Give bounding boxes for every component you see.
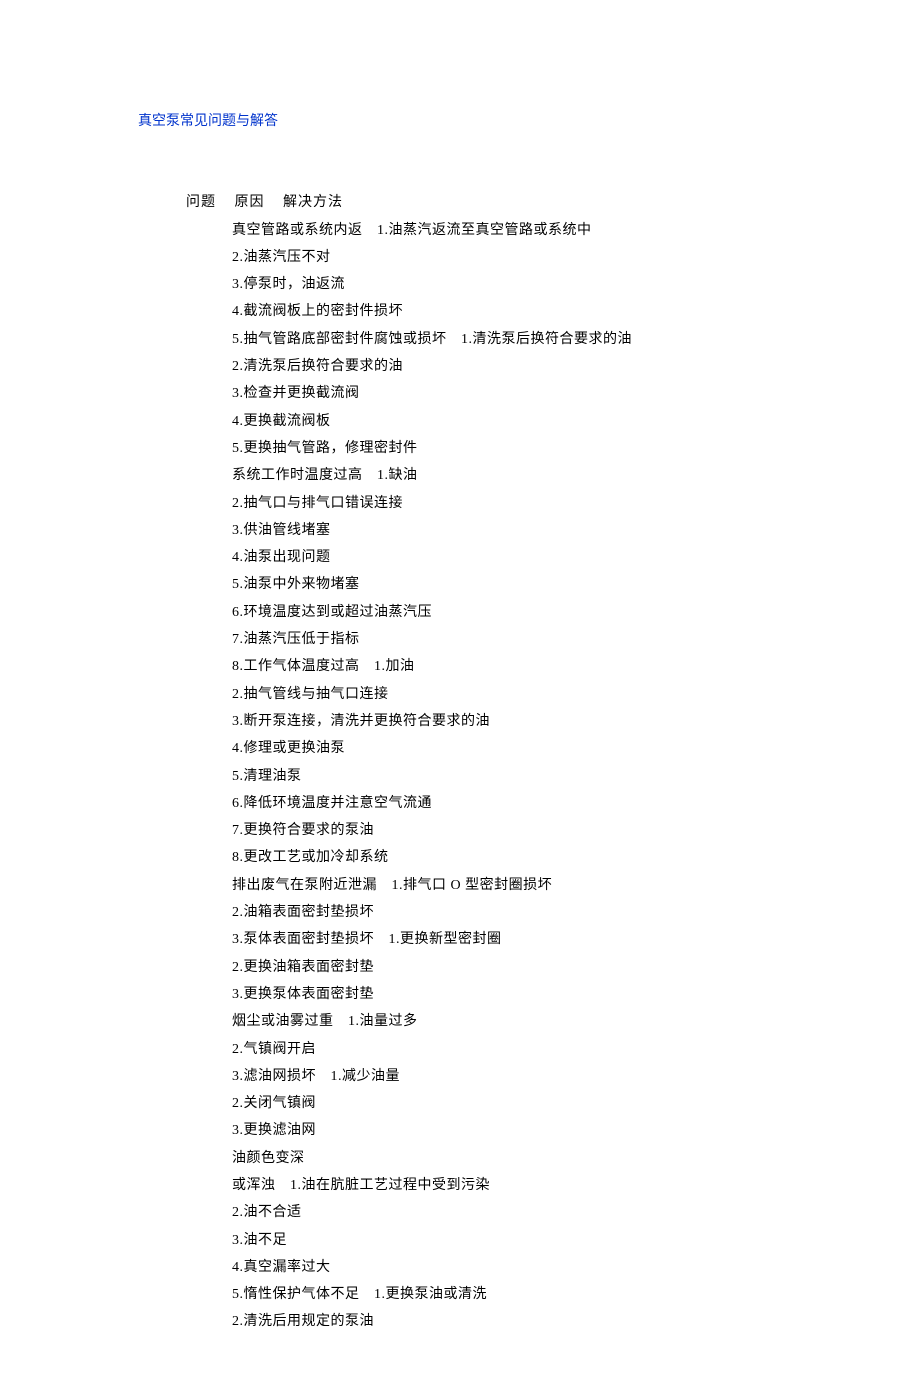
content-line: 油颜色变深: [232, 1145, 860, 1172]
content-line: 3.更换滤油网: [232, 1117, 860, 1144]
content-line: 3.泵体表面密封垫损坏 1.更换新型密封圈: [232, 926, 860, 953]
content-line: 2.油蒸汽压不对: [232, 244, 860, 271]
col-solution: 解决方法: [283, 195, 343, 210]
content-body: 真空管路或系统内返 1.油蒸汽返流至真空管路或系统中 2.油蒸汽压不对 3.停泵…: [0, 217, 920, 1336]
content-line: 5.清理油泵: [232, 763, 860, 790]
content-line: 3.停泵时，油返流: [232, 271, 860, 298]
content-line: 3.更换泵体表面密封垫: [232, 981, 860, 1008]
content-line: 排出废气在泵附近泄漏 1.排气口 O 型密封圈损坏: [232, 872, 860, 899]
content-line: 3.滤油网损坏 1.减少油量: [232, 1063, 860, 1090]
content-line: 3.断开泵连接，清洗并更换符合要求的油: [232, 708, 860, 735]
content-line: 烟尘或油雾过重 1.油量过多: [232, 1008, 860, 1035]
content-line: 2.抽气口与排气口错误连接: [232, 490, 860, 517]
content-line: 2.抽气管线与抽气口连接: [232, 681, 860, 708]
content-line: 2.清洗后用规定的泵油: [232, 1308, 860, 1335]
content-line: 4.修理或更换油泵: [232, 735, 860, 762]
content-line: 真空管路或系统内返 1.油蒸汽返流至真空管路或系统中: [232, 217, 860, 244]
content-line: 8.工作气体温度过高 1.加油: [232, 653, 860, 680]
content-line: 6.降低环境温度并注意空气流通: [232, 790, 860, 817]
content-line: 6.环境温度达到或超过油蒸汽压: [232, 599, 860, 626]
col-problem: 问题: [186, 195, 216, 210]
content-line: 5.油泵中外来物堵塞: [232, 571, 860, 598]
content-line: 2.关闭气镇阀: [232, 1090, 860, 1117]
content-line: 4.更换截流阀板: [232, 408, 860, 435]
content-line: 4.截流阀板上的密封件损坏: [232, 298, 860, 325]
content-line: 4.真空漏率过大: [232, 1254, 860, 1281]
content-line: 7.油蒸汽压低于指标: [232, 626, 860, 653]
content-line: 8.更改工艺或加冷却系统: [232, 844, 860, 871]
page-title: 真空泵常见问题与解答: [0, 108, 920, 135]
content-line: 2.气镇阀开启: [232, 1036, 860, 1063]
content-line: 2.更换油箱表面密封垫: [232, 954, 860, 981]
content-line: 5.抽气管路底部密封件腐蚀或损坏 1.清洗泵后换符合要求的油: [232, 326, 860, 353]
content-line: 2.清洗泵后换符合要求的油: [232, 353, 860, 380]
content-line: 3.检查并更换截流阀: [232, 380, 860, 407]
content-line: 4.油泵出现问题: [232, 544, 860, 571]
column-header-row: 问题 原因 解决方法: [0, 189, 920, 216]
content-line: 3.油不足: [232, 1227, 860, 1254]
content-line: 3.供油管线堵塞: [232, 517, 860, 544]
content-line: 5.更换抽气管路，修理密封件: [232, 435, 860, 462]
content-line: 5.惰性保护气体不足 1.更换泵油或清洗: [232, 1281, 860, 1308]
content-line: 系统工作时温度过高 1.缺油: [232, 462, 860, 489]
content-line: 7.更换符合要求的泵油: [232, 817, 860, 844]
content-line: 或浑浊 1.油在肮脏工艺过程中受到污染: [232, 1172, 860, 1199]
content-line: 2.油箱表面密封垫损坏: [232, 899, 860, 926]
content-line: 2.油不合适: [232, 1199, 860, 1226]
col-cause: 原因: [235, 195, 265, 210]
